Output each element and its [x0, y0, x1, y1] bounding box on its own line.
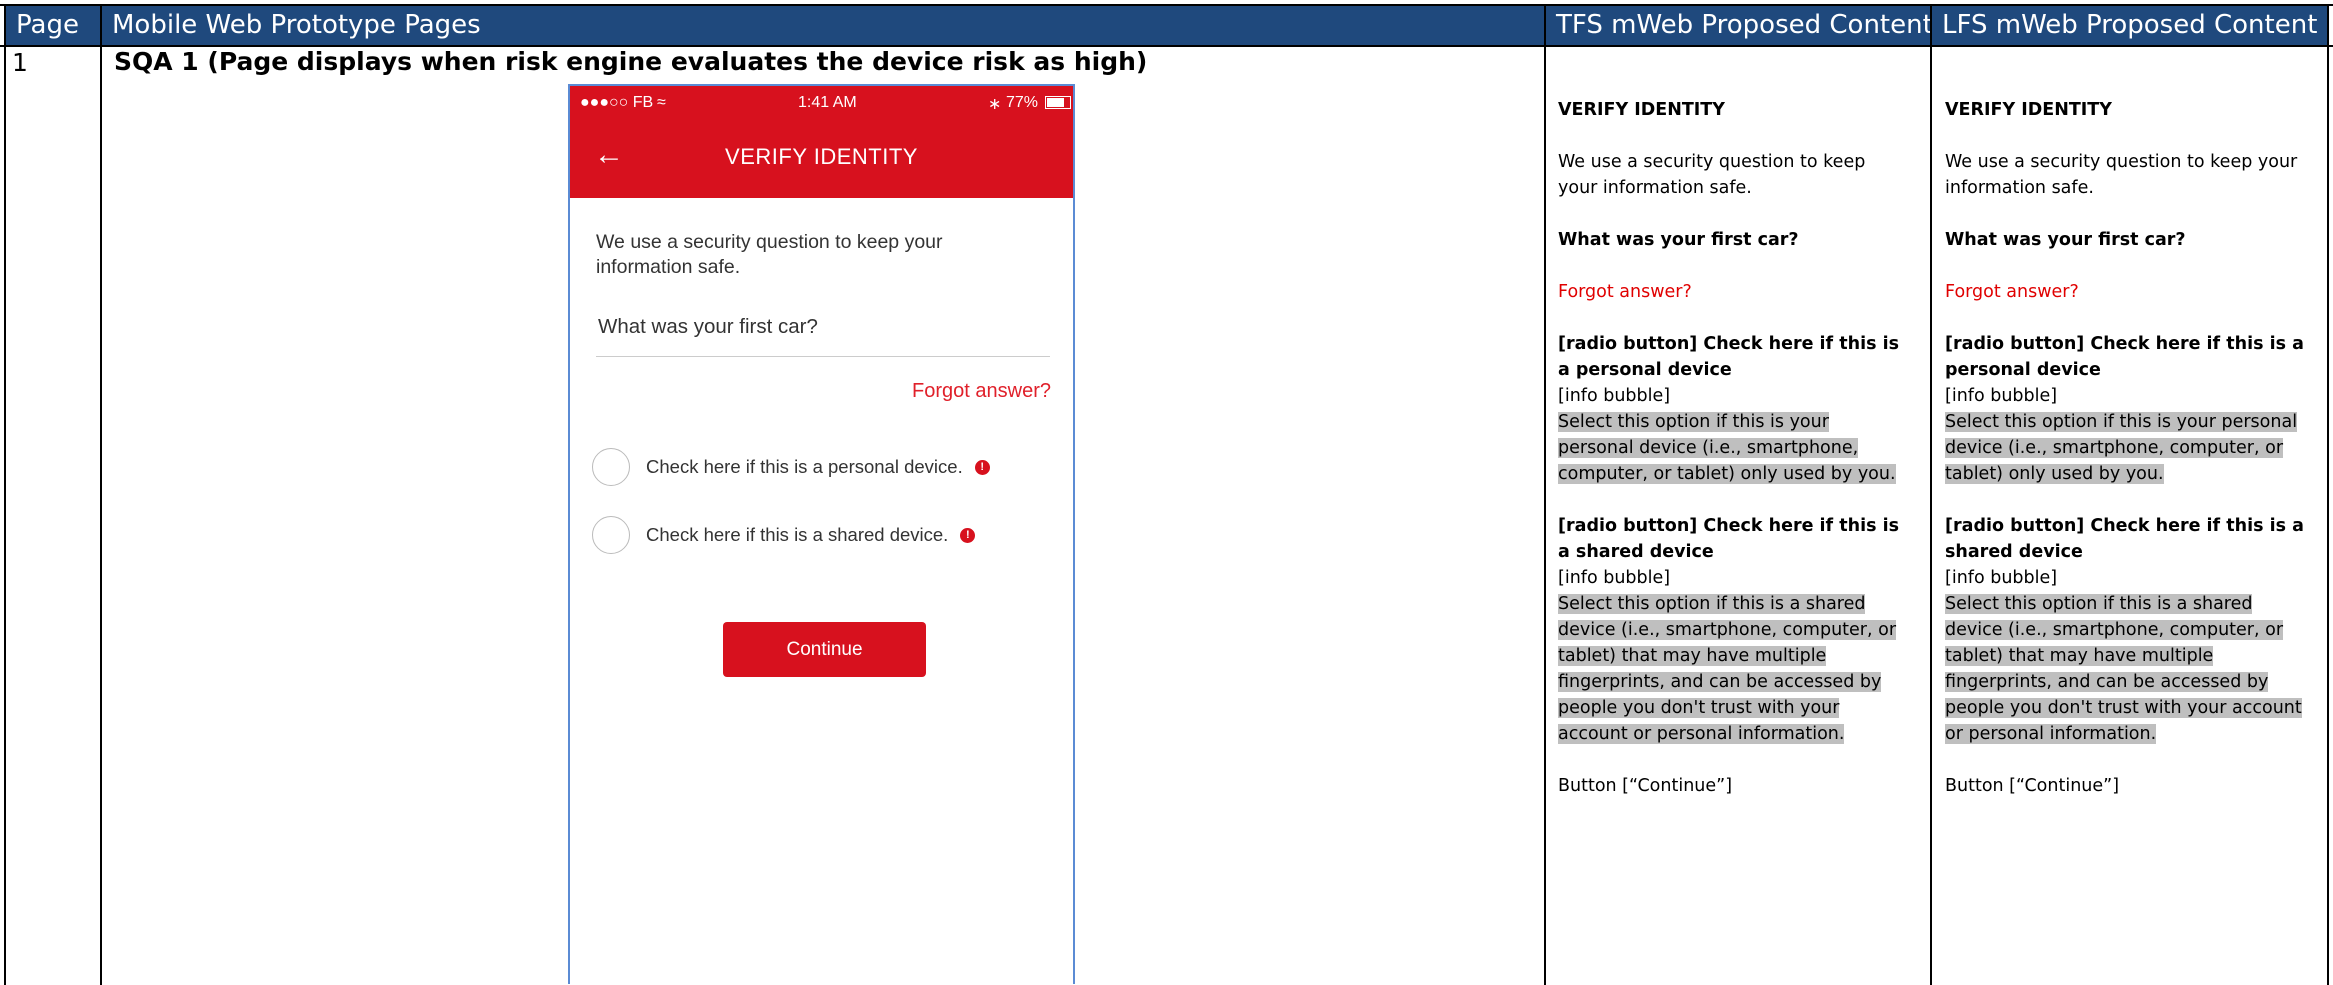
table-border-left — [4, 6, 6, 985]
screen-title: VERIFY IDENTITY — [725, 144, 918, 169]
tfs-personal-bubble: [info bubble] — [1558, 386, 1671, 406]
page-number: 1 — [12, 48, 28, 77]
continue-button[interactable]: Continue — [723, 622, 926, 677]
lfs-intro: We use a security question to keep your … — [1945, 152, 2298, 198]
tfs-question: What was your first car? — [1558, 230, 1799, 250]
header-tfs: TFS mWeb Proposed Content — [1546, 6, 1933, 45]
shared-device-radio[interactable] — [592, 516, 630, 554]
tfs-forgot: Forgot answer? — [1558, 282, 1692, 302]
header-prototype: Mobile Web Prototype Pages — [102, 6, 1544, 45]
tfs-personal-radio: [radio button] Check here if this is a p… — [1558, 334, 1900, 380]
answer-input[interactable] — [596, 356, 1050, 357]
table-border-right — [2327, 6, 2329, 985]
bluetooth-icon: ∗ — [988, 96, 1002, 113]
lfs-button: Button [“Continue”] — [1945, 776, 2120, 796]
tfs-heading: VERIFY IDENTITY — [1558, 100, 1725, 120]
shared-device-label: Check here if this is a shared device. — [646, 524, 949, 545]
table-border-top — [0, 4, 2333, 6]
lfs-personal-bubble: [info bubble] — [1945, 386, 2058, 406]
personal-device-label: Check here if this is a personal device. — [646, 456, 963, 477]
lfs-shared-radio: [radio button] Check here if this is a s… — [1945, 516, 2304, 562]
header-page: Page — [6, 6, 100, 45]
lfs-content: VERIFY IDENTITY We use a security questi… — [1945, 97, 2313, 799]
lfs-personal-info: Select this option if this is your perso… — [1945, 412, 2298, 484]
personal-device-radio[interactable] — [592, 448, 630, 486]
tfs-personal-info: Select this option if this is your perso… — [1558, 412, 1896, 484]
wifi-icon: ≈ — [657, 94, 666, 111]
lfs-shared-info: Select this option if this is a shared d… — [1945, 594, 2302, 744]
lfs-heading: VERIFY IDENTITY — [1945, 100, 2112, 120]
lfs-question: What was your first car? — [1945, 230, 2186, 250]
tfs-content: VERIFY IDENTITY We use a security questi… — [1558, 97, 1910, 799]
forgot-answer-link[interactable]: Forgot answer? — [912, 380, 1051, 403]
info-icon[interactable]: ! — [960, 527, 976, 543]
status-carrier: ●●●○○ FB — [580, 94, 654, 111]
column-divider — [100, 6, 102, 985]
tfs-intro: We use a security question to keep your … — [1558, 152, 1866, 198]
info-icon[interactable]: ! — [974, 459, 990, 475]
intro-text: We use a security question to keep your … — [596, 231, 943, 278]
shared-device-option[interactable]: Check here if this is a shared device. ! — [592, 514, 976, 556]
security-question: What was your first car? — [598, 315, 818, 338]
personal-device-option[interactable]: Check here if this is a personal device.… — [592, 446, 990, 488]
column-divider — [1544, 6, 1546, 985]
lfs-shared-bubble: [info bubble] — [1945, 568, 2058, 588]
app-header: ●●●○○ FB ≈ 1:41 AM ∗ 77% ← VERIFY IDENTI… — [570, 86, 1073, 198]
status-time: 1:41 AM — [798, 94, 857, 111]
phone-mockup: ●●●○○ FB ≈ 1:41 AM ∗ 77% ← VERIFY IDENTI… — [568, 84, 1075, 984]
tfs-shared-radio: [radio button] Check here if this is a s… — [1558, 516, 1900, 562]
column-divider — [1930, 6, 1932, 985]
battery-icon — [1041, 94, 1071, 112]
lfs-forgot: Forgot answer? — [1945, 282, 2079, 302]
tfs-shared-bubble: [info bubble] — [1558, 568, 1671, 588]
status-battery: 77% — [1006, 94, 1039, 111]
tfs-shared-info: Select this option if this is a shared d… — [1558, 594, 1897, 744]
lfs-personal-radio: [radio button] Check here if this is a p… — [1945, 334, 2304, 380]
content-table: Page Mobile Web Prototype Pages TFS mWeb… — [0, 0, 2333, 985]
header-lfs: LFS mWeb Proposed Content — [1932, 6, 2327, 45]
row-title: SQA 1 (Page displays when risk engine ev… — [114, 47, 1148, 76]
tfs-button: Button [“Continue”] — [1558, 776, 1733, 796]
